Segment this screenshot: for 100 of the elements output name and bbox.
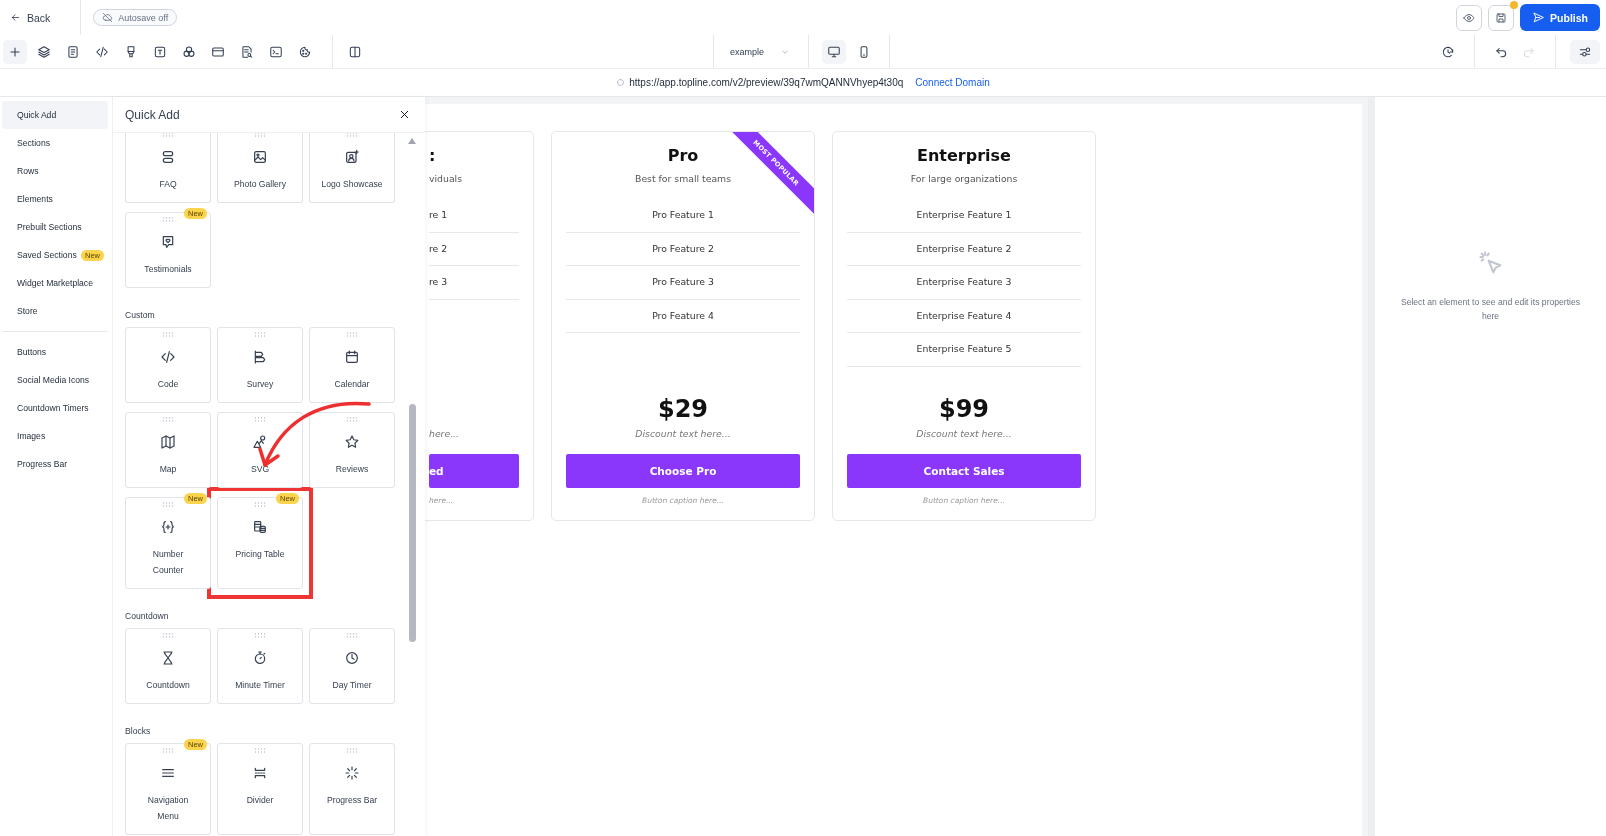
preview-button[interactable]: [1456, 4, 1483, 31]
discount-text: Discount text here...: [915, 428, 1013, 439]
element-tile[interactable]: Photo Gallery: [217, 133, 303, 203]
plan-subtitle: viduals: [429, 173, 463, 184]
spinner-icon: [344, 765, 360, 781]
save-button[interactable]: [1488, 4, 1515, 31]
sidebar-item[interactable]: Prebuilt Sections: [2, 213, 108, 241]
add-icon: [8, 44, 22, 59]
page-icon: [66, 44, 80, 59]
device-button[interactable]: [822, 39, 846, 64]
plan-name: Enterprise: [917, 146, 1011, 165]
element-tile[interactable]: Countdown: [125, 628, 211, 704]
stopwatch-icon: [252, 650, 268, 666]
drag-handle-icon[interactable]: [162, 417, 174, 422]
desktop-icon: [827, 44, 841, 59]
settings-button[interactable]: [1570, 39, 1600, 64]
drag-handle-icon[interactable]: [254, 633, 266, 638]
tile-label: Navigation Menu: [146, 794, 190, 823]
tile-label: Survey: [246, 378, 274, 391]
drag-handle-icon[interactable]: [162, 633, 174, 638]
sidebar-item[interactable]: Widget Marketplace: [2, 269, 108, 297]
element-tile[interactable]: Minute Timer: [217, 628, 303, 704]
drag-handle-icon[interactable]: [346, 332, 358, 337]
layers-icon: [37, 44, 51, 59]
drag-handle-icon[interactable]: [346, 417, 358, 422]
element-tile[interactable]: Map: [125, 412, 211, 488]
cookie-icon: [298, 44, 312, 59]
tile-label: FAQ: [159, 178, 177, 191]
element-tile[interactable]: Survey: [217, 327, 303, 403]
close-button[interactable]: [398, 108, 411, 121]
element-tile[interactable]: Reviews: [309, 412, 395, 488]
section-heading: Blocks: [125, 726, 152, 736]
drag-handle-icon[interactable]: [254, 332, 266, 337]
sidebar-item[interactable]: Quick Add: [2, 101, 108, 129]
sidebar-item[interactable]: Store: [2, 297, 108, 325]
image-icon: [252, 149, 268, 165]
connect-domain-link[interactable]: Connect Domain: [915, 77, 990, 88]
element-tile[interactable]: SVG: [217, 412, 303, 488]
element-tile[interactable]: FAQ: [125, 133, 211, 203]
sidebar-item[interactable]: Elements: [2, 185, 108, 213]
drag-handle-icon[interactable]: [254, 417, 266, 422]
sidebar-item[interactable]: Sections: [2, 129, 108, 157]
autosave-pill[interactable]: Autosave off: [93, 9, 178, 26]
drag-handle-icon[interactable]: [162, 332, 174, 337]
drag-handle-icon[interactable]: [162, 502, 174, 507]
sidebar-item[interactable]: Images: [2, 422, 108, 450]
sidebar-item[interactable]: Countdown Timers: [2, 394, 108, 422]
element-tile[interactable]: Code: [125, 327, 211, 403]
layout-icon: [211, 44, 225, 59]
element-tile[interactable]: Logo Showcase: [309, 133, 395, 203]
properties-hint: Select an element to see and edit its properties here: [1399, 296, 1582, 323]
code-icon: [160, 349, 176, 365]
drag-handle-icon[interactable]: [162, 217, 174, 222]
plan-feature: Enterprise Feature 4: [847, 299, 1081, 333]
section-heading: Countdown: [125, 611, 170, 621]
preview-url: https://app.topline.com/v2/preview/39q7wmQANNVhyep4t30q: [629, 77, 904, 88]
tile-label: Pricing Table: [235, 548, 285, 561]
plan-button[interactable]: ed: [429, 454, 519, 488]
element-tile[interactable]: Calendar: [309, 327, 395, 403]
chat-heart-icon: [160, 234, 176, 250]
tile-label: Photo Gallery: [233, 178, 287, 191]
drag-handle-icon[interactable]: [254, 502, 266, 507]
publish-button[interactable]: Publish: [1520, 4, 1600, 31]
eye-icon: [1463, 11, 1476, 24]
plan-feature: Enterprise Feature 3: [847, 266, 1081, 300]
discount-text: here...: [429, 428, 460, 439]
sidebar-item[interactable]: Rows: [2, 157, 108, 185]
brush-icon: [124, 44, 138, 59]
back-arrow-icon: [10, 12, 21, 23]
drag-handle-icon[interactable]: [346, 748, 358, 753]
plan-button[interactable]: Choose Pro: [566, 454, 800, 488]
drag-handle-icon[interactable]: [254, 133, 266, 137]
element-tile[interactable]: Divider: [217, 743, 303, 835]
code-icon: [95, 44, 109, 59]
element-tile[interactable]: Day Timer: [309, 628, 395, 704]
drag-handle-icon[interactable]: [346, 133, 358, 137]
drag-handle-icon[interactable]: [162, 133, 174, 137]
drag-handle-icon[interactable]: [254, 748, 266, 753]
cloud-off-icon: [102, 12, 114, 23]
plan-feature: Pro Feature 4: [566, 299, 800, 333]
close-icon: [398, 108, 411, 121]
plan-button[interactable]: Contact Sales: [847, 454, 1081, 488]
sidebar-item[interactable]: Progress Bar: [2, 450, 108, 478]
sidebar-item[interactable]: Social Media Icons: [2, 366, 108, 394]
drag-handle-icon[interactable]: [162, 748, 174, 753]
sidebar-item[interactable]: Buttons: [2, 338, 108, 366]
tile-label: Reviews: [335, 463, 369, 476]
plan-feature: re 2: [429, 232, 519, 266]
faq-icon: [160, 149, 176, 165]
drag-handle-icon[interactable]: [346, 633, 358, 638]
coins-icon: [252, 519, 268, 535]
shapes-icon: [252, 434, 268, 450]
save-icon: [1495, 11, 1508, 24]
plan-feature: Pro Feature 1: [566, 199, 800, 233]
tile-label: Progress Bar: [326, 794, 378, 807]
text-icon: [153, 44, 167, 59]
plan-name: :: [429, 146, 436, 165]
element-tile[interactable]: Progress Bar: [309, 743, 395, 835]
page-select[interactable]: example: [724, 46, 798, 57]
back-button[interactable]: Back: [6, 11, 55, 24]
